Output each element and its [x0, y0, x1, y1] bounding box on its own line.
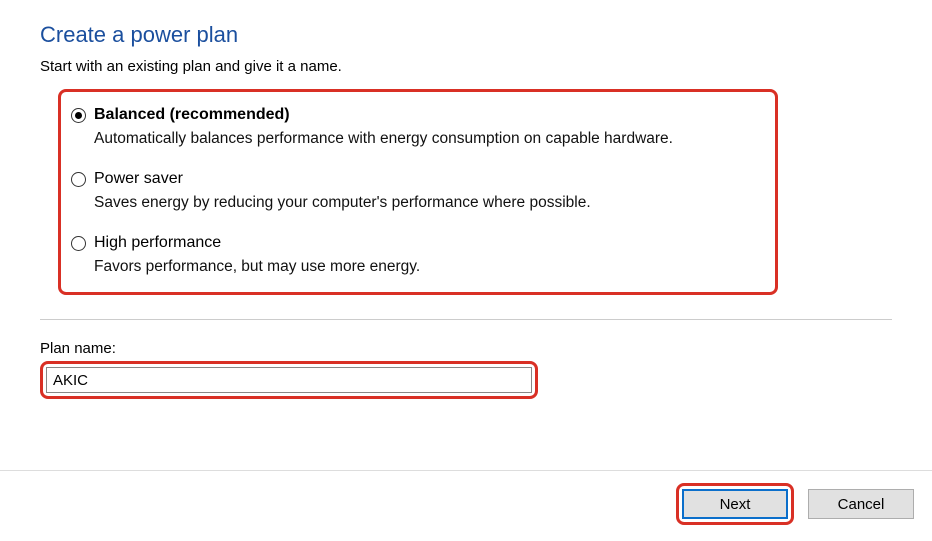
next-button[interactable]: Next: [682, 489, 788, 519]
plan-description: Favors performance, but may use more ene…: [94, 258, 757, 276]
plan-label: Balanced (recommended): [94, 106, 290, 124]
radio-icon[interactable]: [71, 108, 86, 123]
plan-name-label: Plan name:: [40, 340, 892, 357]
plan-label: High performance: [94, 234, 221, 252]
plan-name-input[interactable]: [46, 367, 532, 393]
footer-divider: [0, 470, 932, 471]
plan-description: Automatically balances performance with …: [94, 130, 757, 148]
next-button-highlight: Next: [676, 483, 794, 525]
plan-description: Saves energy by reducing your computer's…: [94, 194, 757, 212]
page-subtitle: Start with an existing plan and give it …: [40, 58, 892, 75]
radio-icon[interactable]: [71, 236, 86, 251]
radio-icon[interactable]: [71, 172, 86, 187]
plan-option-highperf[interactable]: High performance Favors performance, but…: [71, 234, 757, 276]
section-divider: [40, 319, 892, 320]
page-title: Create a power plan: [40, 22, 892, 48]
plan-option-balanced[interactable]: Balanced (recommended) Automatically bal…: [71, 106, 757, 148]
plan-label: Power saver: [94, 170, 183, 188]
plan-name-highlight: [40, 361, 538, 399]
plan-option-powersaver[interactable]: Power saver Saves energy by reducing you…: [71, 170, 757, 212]
plan-options-group: Balanced (recommended) Automatically bal…: [58, 89, 778, 295]
cancel-button[interactable]: Cancel: [808, 489, 914, 519]
footer-buttons: Next Cancel: [676, 483, 914, 525]
